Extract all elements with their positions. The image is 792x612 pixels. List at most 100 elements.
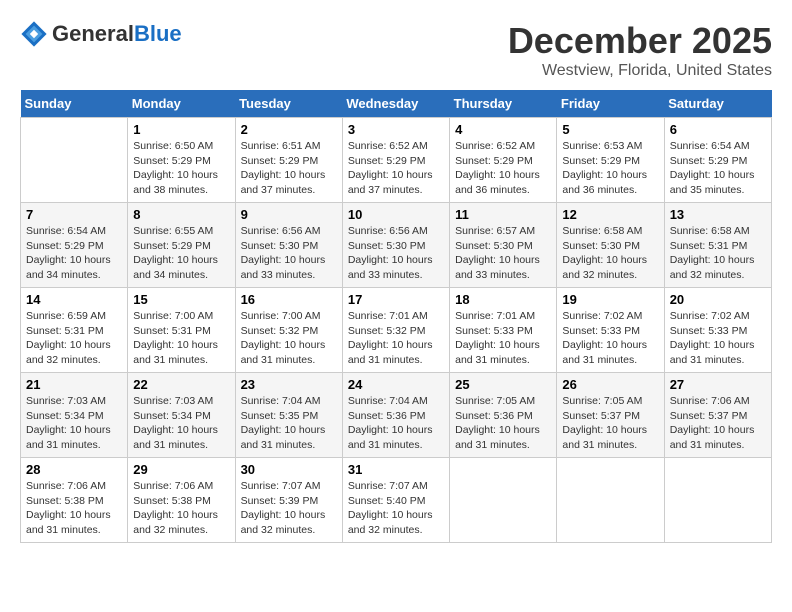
day-info: Sunrise: 7:02 AM Sunset: 5:33 PM Dayligh… xyxy=(562,309,658,368)
day-header-sunday: Sunday xyxy=(21,90,128,118)
calendar-cell: 16Sunrise: 7:00 AM Sunset: 5:32 PM Dayli… xyxy=(235,288,342,373)
calendar-week-4: 21 Sunrise: 7:03 AM Sunset: 5:34 PM Dayli… xyxy=(21,373,772,458)
day-info: Sunrise: 6:52 AM Sunset: 5:29 PM Dayligh… xyxy=(455,139,551,198)
calendar-cell xyxy=(450,458,557,543)
month-title: December 2025 xyxy=(508,20,772,62)
day-info: Sunrise: 7:04 AM Sunset: 5:36 PM Dayligh… xyxy=(348,394,444,453)
day-header-saturday: Saturday xyxy=(664,90,771,118)
day-number: 19 xyxy=(562,292,658,307)
day-number: 29 xyxy=(133,462,229,477)
calendar-cell: 7 Sunrise: 6:54 AM Sunset: 5:29 PM Daylig… xyxy=(21,203,128,288)
day-info: Sunrise: 6:56 AM Sunset: 5:30 PM Dayligh… xyxy=(348,224,444,283)
day-number: 5 xyxy=(562,122,658,137)
day-number: 25 xyxy=(455,377,551,392)
day-info: Sunrise: 7:06 AM Sunset: 5:38 PM Dayligh… xyxy=(133,479,229,538)
day-info: Sunrise: 6:58 AM Sunset: 5:31 PM Dayligh… xyxy=(670,224,766,283)
day-info: Sunrise: 6:51 AM Sunset: 5:29 PM Dayligh… xyxy=(241,139,337,198)
day-info: Sunrise: 7:05 AM Sunset: 5:36 PM Dayligh… xyxy=(455,394,551,453)
day-info: Sunrise: 6:55 AM Sunset: 5:29 PM Dayligh… xyxy=(133,224,229,283)
calendar-cell: 19 Sunrise: 7:02 AM Sunset: 5:33 PM Dayli… xyxy=(557,288,664,373)
calendar-cell: 24 Sunrise: 7:04 AM Sunset: 5:36 PM Dayli… xyxy=(342,373,449,458)
logo: GeneralBlue xyxy=(20,20,182,48)
calendar-cell: 6Sunrise: 6:54 AM Sunset: 5:29 PM Daylig… xyxy=(664,118,771,203)
day-number: 17 xyxy=(348,292,444,307)
day-number: 11 xyxy=(455,207,551,222)
calendar-cell: 8 Sunrise: 6:55 AM Sunset: 5:29 PM Daylig… xyxy=(128,203,235,288)
day-number: 13 xyxy=(670,207,766,222)
page-header: GeneralBlue December 2025 Westview, Flor… xyxy=(20,20,772,80)
calendar-cell: 2 Sunrise: 6:51 AM Sunset: 5:29 PM Daylig… xyxy=(235,118,342,203)
day-number: 30 xyxy=(241,462,337,477)
calendar-cell: 29 Sunrise: 7:06 AM Sunset: 5:38 PM Dayli… xyxy=(128,458,235,543)
calendar-cell: 13 Sunrise: 6:58 AM Sunset: 5:31 PM Dayli… xyxy=(664,203,771,288)
calendar-cell: 1Sunrise: 6:50 AM Sunset: 5:29 PM Daylig… xyxy=(128,118,235,203)
calendar-cell: 25 Sunrise: 7:05 AM Sunset: 5:36 PM Dayli… xyxy=(450,373,557,458)
day-number: 10 xyxy=(348,207,444,222)
calendar-cell: 17Sunrise: 7:01 AM Sunset: 5:32 PM Dayli… xyxy=(342,288,449,373)
calendar-cell: 26Sunrise: 7:05 AM Sunset: 5:37 PM Dayli… xyxy=(557,373,664,458)
location-text: Westview, Florida, United States xyxy=(508,62,772,80)
day-info: Sunrise: 7:07 AM Sunset: 5:39 PM Dayligh… xyxy=(241,479,337,538)
calendar-body: 1Sunrise: 6:50 AM Sunset: 5:29 PM Daylig… xyxy=(21,118,772,543)
day-number: 15 xyxy=(133,292,229,307)
calendar-week-1: 1Sunrise: 6:50 AM Sunset: 5:29 PM Daylig… xyxy=(21,118,772,203)
day-info: Sunrise: 7:03 AM Sunset: 5:34 PM Dayligh… xyxy=(133,394,229,453)
calendar-cell xyxy=(557,458,664,543)
day-info: Sunrise: 6:58 AM Sunset: 5:30 PM Dayligh… xyxy=(562,224,658,283)
logo-blue-text: Blue xyxy=(134,21,182,46)
day-number: 7 xyxy=(26,207,122,222)
calendar-cell: 10 Sunrise: 6:56 AM Sunset: 5:30 PM Dayli… xyxy=(342,203,449,288)
title-block: December 2025 Westview, Florida, United … xyxy=(508,20,772,80)
day-number: 3 xyxy=(348,122,444,137)
logo-general-text: General xyxy=(52,21,134,46)
day-info: Sunrise: 6:56 AM Sunset: 5:30 PM Dayligh… xyxy=(241,224,337,283)
day-number: 4 xyxy=(455,122,551,137)
day-info: Sunrise: 7:06 AM Sunset: 5:38 PM Dayligh… xyxy=(26,479,122,538)
day-info: Sunrise: 6:50 AM Sunset: 5:29 PM Dayligh… xyxy=(133,139,229,198)
calendar-cell: 11Sunrise: 6:57 AM Sunset: 5:30 PM Dayli… xyxy=(450,203,557,288)
day-number: 22 xyxy=(133,377,229,392)
day-info: Sunrise: 6:53 AM Sunset: 5:29 PM Dayligh… xyxy=(562,139,658,198)
day-info: Sunrise: 7:05 AM Sunset: 5:37 PM Dayligh… xyxy=(562,394,658,453)
day-number: 12 xyxy=(562,207,658,222)
day-number: 16 xyxy=(241,292,337,307)
day-header-tuesday: Tuesday xyxy=(235,90,342,118)
day-info: Sunrise: 6:59 AM Sunset: 5:31 PM Dayligh… xyxy=(26,309,122,368)
day-info: Sunrise: 7:03 AM Sunset: 5:34 PM Dayligh… xyxy=(26,394,122,453)
day-number: 23 xyxy=(241,377,337,392)
calendar-cell: 4 Sunrise: 6:52 AM Sunset: 5:29 PM Daylig… xyxy=(450,118,557,203)
calendar-cell: 23Sunrise: 7:04 AM Sunset: 5:35 PM Dayli… xyxy=(235,373,342,458)
day-number: 31 xyxy=(348,462,444,477)
calendar-cell: 15Sunrise: 7:00 AM Sunset: 5:31 PM Dayli… xyxy=(128,288,235,373)
day-number: 18 xyxy=(455,292,551,307)
calendar-cell: 21 Sunrise: 7:03 AM Sunset: 5:34 PM Dayli… xyxy=(21,373,128,458)
calendar-cell xyxy=(21,118,128,203)
day-header-monday: Monday xyxy=(128,90,235,118)
day-number: 9 xyxy=(241,207,337,222)
day-number: 24 xyxy=(348,377,444,392)
day-info: Sunrise: 7:02 AM Sunset: 5:33 PM Dayligh… xyxy=(670,309,766,368)
calendar-cell: 18Sunrise: 7:01 AM Sunset: 5:33 PM Dayli… xyxy=(450,288,557,373)
day-number: 21 xyxy=(26,377,122,392)
day-info: Sunrise: 6:54 AM Sunset: 5:29 PM Dayligh… xyxy=(26,224,122,283)
calendar-cell: 28Sunrise: 7:06 AM Sunset: 5:38 PM Dayli… xyxy=(21,458,128,543)
day-number: 20 xyxy=(670,292,766,307)
calendar-cell xyxy=(664,458,771,543)
day-number: 8 xyxy=(133,207,229,222)
calendar-cell: 12 Sunrise: 6:58 AM Sunset: 5:30 PM Dayli… xyxy=(557,203,664,288)
calendar-cell: 31Sunrise: 7:07 AM Sunset: 5:40 PM Dayli… xyxy=(342,458,449,543)
calendar-cell: 22 Sunrise: 7:03 AM Sunset: 5:34 PM Dayli… xyxy=(128,373,235,458)
calendar-cell: 5 Sunrise: 6:53 AM Sunset: 5:29 PM Daylig… xyxy=(557,118,664,203)
day-info: Sunrise: 6:52 AM Sunset: 5:29 PM Dayligh… xyxy=(348,139,444,198)
calendar-cell: 14Sunrise: 6:59 AM Sunset: 5:31 PM Dayli… xyxy=(21,288,128,373)
day-header-wednesday: Wednesday xyxy=(342,90,449,118)
calendar-week-3: 14Sunrise: 6:59 AM Sunset: 5:31 PM Dayli… xyxy=(21,288,772,373)
calendar-cell: 30 Sunrise: 7:07 AM Sunset: 5:39 PM Dayli… xyxy=(235,458,342,543)
calendar-week-5: 28Sunrise: 7:06 AM Sunset: 5:38 PM Dayli… xyxy=(21,458,772,543)
logo-icon xyxy=(20,20,48,48)
day-number: 27 xyxy=(670,377,766,392)
day-info: Sunrise: 6:54 AM Sunset: 5:29 PM Dayligh… xyxy=(670,139,766,198)
day-header-thursday: Thursday xyxy=(450,90,557,118)
calendar-cell: 3 Sunrise: 6:52 AM Sunset: 5:29 PM Daylig… xyxy=(342,118,449,203)
day-number: 2 xyxy=(241,122,337,137)
